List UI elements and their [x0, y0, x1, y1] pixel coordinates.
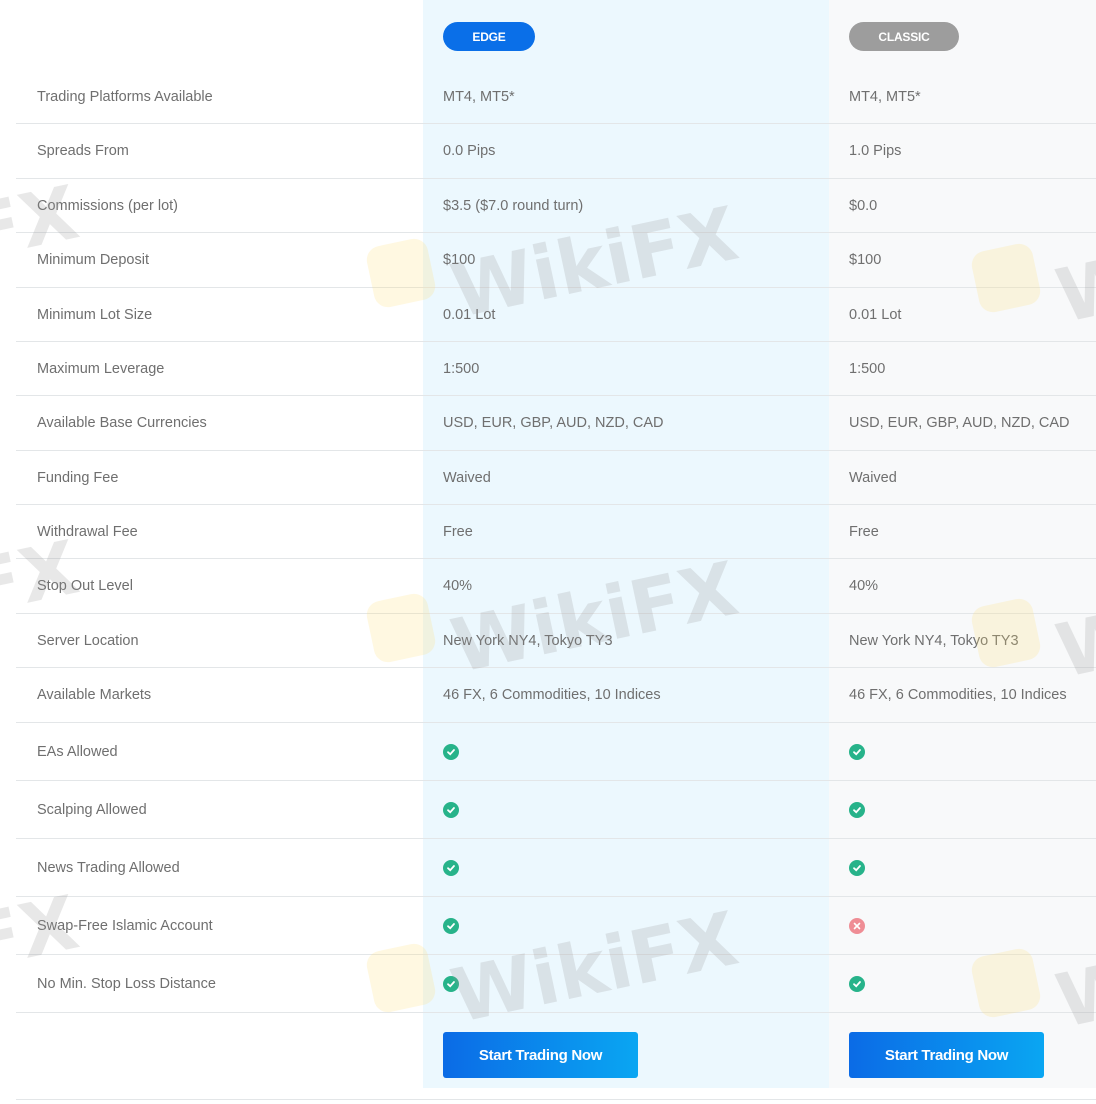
row-label: Server Location: [37, 632, 139, 649]
row-label: No Min. Stop Loss Distance: [37, 975, 216, 992]
edge-plan-badge: EDGE: [443, 22, 535, 51]
table-row: Server Location New York NY4, Tokyo TY3 Ne…: [16, 614, 1096, 668]
classic-value: 1:500: [849, 360, 886, 377]
edge-value: New York NY4, Tokyo TY3: [443, 632, 613, 649]
classic-check-icon: [849, 859, 865, 876]
edge-check-icon: [443, 801, 459, 818]
table-row: Withdrawal Fee Free Free: [16, 505, 1096, 559]
row-label: Funding Fee: [37, 469, 119, 486]
classic-feature: [849, 897, 865, 954]
edge-start-trading-button[interactable]: Start Trading Now: [443, 1032, 638, 1078]
row-label: Maximum Leverage: [37, 360, 165, 377]
edge-value: MT4, MT5*: [443, 88, 515, 105]
classic-feature: [849, 955, 865, 1012]
edge-value: $3.5 ($7.0 round turn): [443, 197, 584, 214]
classic-check-icon: [849, 801, 865, 818]
edge-check-icon: [443, 859, 459, 876]
edge-feature: [443, 723, 459, 780]
row-label: Stop Out Level: [37, 578, 133, 594]
row-label: Withdrawal Fee: [37, 523, 138, 540]
classic-value: 40%: [849, 578, 879, 594]
feature-row: No Min. Stop Loss Distance: [16, 955, 1096, 1013]
edge-value: Waived: [443, 469, 491, 486]
classic-check-icon: [849, 975, 865, 992]
edge-feature: [443, 955, 459, 1012]
row-label: EAs Allowed: [37, 743, 118, 760]
classic-check-icon: [849, 743, 865, 760]
table-row: Available Base Currencies USD, EUR, GBP, …: [16, 396, 1096, 451]
classic-value: 0.01 Lot: [849, 306, 902, 323]
classic-value: New York NY4, Tokyo TY3: [849, 632, 1019, 649]
table-row: Trading Platforms Available MT4, MT5* MT4,…: [16, 70, 1096, 124]
edge-feature: [443, 839, 459, 896]
feature-row: Swap-Free Islamic Account: [16, 897, 1096, 955]
edge-feature: [443, 781, 459, 838]
edge-feature: [443, 897, 459, 954]
classic-value: USD, EUR, GBP, AUD, NZD, CAD: [849, 415, 1070, 431]
row-label: Trading Platforms Available: [37, 88, 213, 105]
classic-value: $0.0: [849, 197, 878, 214]
edge-value: 40%: [443, 578, 473, 594]
classic-value: Waived: [849, 469, 897, 486]
classic-value: 46 FX, 6 Commodities, 10 Indices: [849, 687, 1067, 703]
table-row: Commissions (per lot) $3.5 ($7.0 round tu…: [16, 179, 1096, 233]
classic-feature: [849, 723, 865, 780]
row-label: Available Markets: [37, 687, 152, 703]
classic-value: MT4, MT5*: [849, 88, 921, 105]
edge-value: 46 FX, 6 Commodities, 10 Indices: [443, 687, 661, 703]
edge-value: $100: [443, 252, 476, 268]
edge-value: Free: [443, 523, 473, 540]
table-row: Minimum Deposit $100 $100: [16, 233, 1096, 288]
table-row: Maximum Leverage 1:500 1:500: [16, 342, 1096, 396]
row-label: Available Base Currencies: [37, 415, 207, 431]
feature-row: Scalping Allowed: [16, 781, 1096, 839]
table-row: Minimum Lot Size 0.01 Lot 0.01 Lot: [16, 288, 1096, 342]
row-label: Swap-Free Islamic Account: [37, 917, 213, 934]
edge-value: 0.0 Pips: [443, 143, 496, 159]
edge-value: USD, EUR, GBP, AUD, NZD, CAD: [443, 415, 664, 431]
feature-row: EAs Allowed: [16, 723, 1096, 781]
edge-check-icon: [443, 917, 459, 934]
table-row: Available Markets 46 FX, 6 Commodities, 1…: [16, 668, 1096, 723]
classic-value: 1.0 Pips: [849, 143, 902, 159]
table-row: Funding Fee Waived Waived: [16, 451, 1096, 505]
edge-check-icon: [443, 743, 459, 760]
table-row: Stop Out Level 40% 40%: [16, 559, 1096, 614]
edge-check-icon: [443, 975, 459, 992]
classic-feature: [849, 839, 865, 896]
classic-plan-badge: CLASSIC: [849, 22, 959, 51]
row-label: Scalping Allowed: [37, 801, 147, 818]
classic-cross-icon: [849, 917, 865, 934]
classic-start-trading-button[interactable]: Start Trading Now: [849, 1032, 1044, 1078]
cta-row: Start Trading Now Start Trading Now: [16, 1013, 1096, 1100]
account-comparison-table: EDGE CLASSIC Trading Platforms Available…: [16, 0, 1096, 1100]
row-label: Minimum Lot Size: [37, 306, 153, 323]
edge-value: 1:500: [443, 360, 480, 377]
table-row: Spreads From 0.0 Pips 1.0 Pips: [16, 124, 1096, 179]
row-label: Commissions (per lot): [37, 197, 178, 214]
classic-feature: [849, 781, 865, 838]
row-label: Spreads From: [37, 143, 129, 159]
plan-header-row: EDGE CLASSIC: [16, 0, 1096, 70]
edge-value: 0.01 Lot: [443, 306, 496, 323]
classic-value: Free: [849, 523, 879, 540]
classic-value: $100: [849, 252, 882, 268]
feature-row: News Trading Allowed: [16, 839, 1096, 897]
row-label: News Trading Allowed: [37, 859, 180, 876]
row-label: Minimum Deposit: [37, 252, 149, 268]
